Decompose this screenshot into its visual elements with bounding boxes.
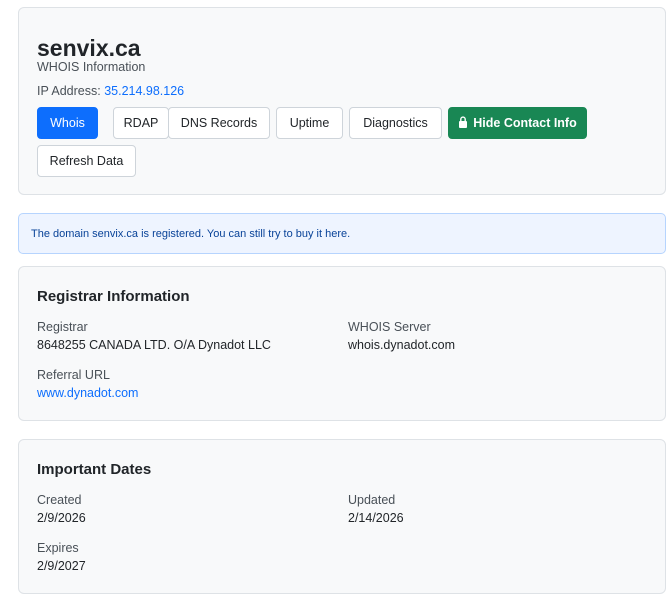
refresh-data-button[interactable]: Refresh Data xyxy=(37,145,136,177)
important-dates-card: Important Dates Created 2/9/2026 Updated… xyxy=(18,439,666,594)
tab-rdap[interactable]: RDAP xyxy=(113,107,169,139)
alert-middle: is registered. You can still try to buy … xyxy=(141,227,323,240)
whois-server-label: WHOIS Server xyxy=(348,320,431,334)
tab-uptime[interactable]: Uptime xyxy=(276,107,343,139)
registrar-label: Registrar xyxy=(37,320,88,334)
referral-url-link[interactable]: www.dynadot.com xyxy=(37,386,138,400)
buy-domain-link[interactable]: here xyxy=(325,228,347,240)
created-label: Created xyxy=(37,493,82,507)
page-title: senvix.ca xyxy=(37,35,141,61)
expires-label: Expires xyxy=(37,541,79,555)
referral-url-label: Referral URL xyxy=(37,368,110,382)
alert-domain: senvix.ca xyxy=(92,227,139,240)
tab-whois[interactable]: Whois xyxy=(37,107,98,139)
updated-label: Updated xyxy=(348,493,396,507)
registrar-value: 8648255 CANADA LTD. O/A Dynadot LLC xyxy=(37,338,271,352)
alert-suffix: . xyxy=(347,227,351,240)
lock-icon xyxy=(458,115,468,131)
registration-status-alert: The domain senvix.ca is registered. You … xyxy=(18,213,666,254)
section-title-registrar: Registrar Information xyxy=(37,288,190,305)
created-value: 2/9/2026 xyxy=(37,511,86,525)
registrar-information-card: Registrar Information Registrar 8648255 … xyxy=(18,266,666,421)
expires-value: 2/9/2027 xyxy=(37,559,86,573)
whois-server-value: whois.dynadot.com xyxy=(348,338,456,352)
updated-value: 2/14/2026 xyxy=(348,511,404,525)
hide-contact-info-button[interactable]: Hide Contact Info xyxy=(448,107,587,139)
tab-diagnostics[interactable]: Diagnostics xyxy=(349,107,442,139)
section-title-dates: Important Dates xyxy=(37,461,152,478)
ip-address-line: IP Address: 35.214.98.126 xyxy=(37,84,184,98)
tab-dns-records[interactable]: DNS Records xyxy=(168,107,270,139)
hide-contact-info-label: Hide Contact Info xyxy=(473,116,577,130)
domain-header-card: senvix.ca WHOIS Information IP Address: … xyxy=(18,7,666,195)
ip-address-label: IP Address: xyxy=(37,84,101,98)
ip-address-value[interactable]: 35.214.98.126 xyxy=(104,84,184,98)
page-subtitle: WHOIS Information xyxy=(37,60,146,74)
alert-prefix: The domain xyxy=(31,227,90,240)
